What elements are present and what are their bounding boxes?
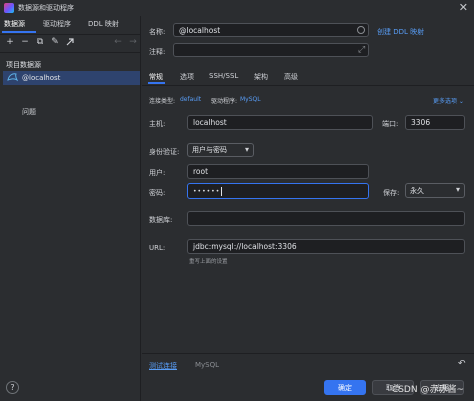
mysql-dolphin-icon (7, 72, 19, 83)
left-toolbar-divider (0, 52, 141, 53)
driver-label: 驱动程序: (211, 98, 238, 105)
export-icon[interactable] (65, 37, 75, 48)
project-data-sources-label: 项目数据源 (6, 61, 41, 69)
tab-ddl-mappings[interactable]: DDL 映射 (88, 19, 119, 33)
name-value: @localhost (179, 25, 221, 35)
wrench-icon[interactable]: ✎ (50, 37, 60, 48)
test-driver-label: MySQL (195, 361, 220, 369)
color-picker-icon[interactable] (357, 26, 365, 34)
connection-type-label: 连接类型: (149, 98, 176, 105)
left-tabs-divider (0, 34, 141, 35)
url-label: URL: (149, 244, 166, 252)
tabs-divider (142, 85, 474, 86)
authentication-value: 用户与密码 (192, 146, 227, 154)
forward-arrow-icon[interactable]: → (128, 37, 138, 48)
tab-general[interactable]: 常规 (149, 72, 163, 82)
comment-label: 注释: (149, 48, 166, 56)
active-tab-indicator (148, 82, 165, 84)
port-input[interactable]: 3306 (405, 115, 465, 130)
problems-label[interactable]: 问题 (22, 107, 36, 117)
watermark: CSDN @赤赤酱~ (391, 385, 464, 395)
port-label: 端口: (382, 120, 399, 128)
password-input[interactable]: •••••• (187, 183, 369, 199)
save-select[interactable]: 永久 ▾ (405, 183, 465, 198)
test-connection-link[interactable]: 测试连接 (149, 361, 177, 371)
user-label: 用户: (149, 169, 166, 177)
back-arrow-icon[interactable]: ← (113, 37, 123, 48)
user-value: root (193, 167, 209, 176)
chevron-down-icon: ▾ (244, 145, 249, 154)
active-tab-indicator (2, 31, 36, 33)
authentication-select[interactable]: 用户与密码 ▾ (187, 143, 254, 157)
ok-button[interactable]: 确定 (324, 380, 366, 395)
name-input[interactable]: @localhost (173, 23, 369, 37)
remove-icon[interactable]: − (20, 37, 30, 48)
port-value: 3306 (411, 118, 431, 127)
tab-ssh-ssl[interactable]: SSH/SSL (209, 72, 238, 80)
help-icon[interactable]: ? (6, 381, 19, 394)
url-hint: 重写上面的设置 (189, 259, 228, 265)
host-value: localhost (193, 118, 227, 127)
password-value: •••••• (193, 187, 221, 195)
create-ddl-mapping-link[interactable]: 创建 DDL 映射 (377, 27, 424, 37)
url-input[interactable]: jdbc:mysql://localhost:3306 (187, 239, 465, 254)
window-title: 数据源和驱动程序 (18, 4, 74, 12)
tab-drivers[interactable]: 驱动程序 (43, 19, 71, 33)
save-value: 永久 (410, 186, 424, 195)
tab-options[interactable]: 选项 (180, 72, 194, 82)
tree-item-label: @localhost (22, 74, 61, 82)
password-label: 密码: (149, 189, 166, 197)
duplicate-icon[interactable]: ⧉ (35, 37, 45, 48)
user-input[interactable]: root (187, 164, 369, 179)
driver-value[interactable]: MySQL (240, 96, 261, 103)
authentication-label: 身份验证: (149, 148, 180, 156)
settings-icon[interactable]: ↶ (458, 359, 466, 369)
database-label: 数据库: (149, 216, 173, 224)
footer-divider (142, 353, 474, 354)
comment-input[interactable] (173, 43, 369, 57)
host-label: 主机: (149, 120, 166, 128)
text-cursor (221, 186, 223, 196)
app-icon (4, 3, 14, 13)
more-options-link[interactable]: 更多选项 ⌄ (433, 96, 464, 105)
host-input[interactable]: localhost (187, 115, 373, 130)
add-icon[interactable]: + (5, 37, 15, 48)
name-label: 名称: (149, 28, 166, 36)
close-icon[interactable]: ✕ (459, 1, 468, 14)
url-value: jdbc:mysql://localhost:3306 (193, 242, 297, 251)
chevron-down-icon: ▾ (455, 185, 460, 194)
tab-schemas[interactable]: 架构 (254, 72, 268, 82)
save-label: 保存: (383, 189, 400, 197)
tab-advanced[interactable]: 高级 (284, 72, 298, 82)
connection-type-value[interactable]: default (180, 96, 201, 103)
database-input[interactable] (187, 211, 465, 226)
expand-icon[interactable]: ⤢ (358, 45, 365, 55)
